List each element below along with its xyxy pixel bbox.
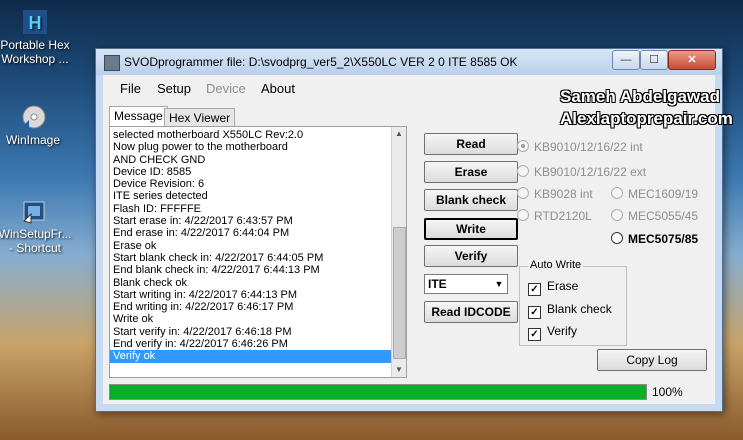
- log-line[interactable]: End erase in: 4/22/2017 6:44:04 PM: [110, 227, 392, 239]
- desktop-icon-portable-hex[interactable]: H Portable Hex Workshop ...: [0, 8, 80, 66]
- desktop-icon-winsetup[interactable]: WinSetupFr... - Shortcut: [0, 197, 80, 255]
- checkmark-icon: ✓: [528, 306, 541, 319]
- winimage-icon: [22, 105, 46, 129]
- auto-write-group: Auto Write ✓ Erase ✓ Blank check ✓ Verify: [519, 259, 627, 346]
- watermark-name: Sameh Abdelgawad: [560, 87, 720, 106]
- window-title: SVODprogrammer file: D:\svodprg_ver5_2\X…: [124, 55, 518, 69]
- radio-label: MEC1609/19: [628, 187, 699, 201]
- checkbox-label: Blank check: [547, 302, 612, 316]
- log-line[interactable]: Verify ok: [110, 350, 392, 363]
- blank-check-button[interactable]: Blank check: [424, 189, 518, 211]
- menu-about[interactable]: About: [261, 81, 295, 96]
- hex-workshop-icon: H: [23, 10, 47, 34]
- auto-write-verify-checkbox[interactable]: ✓ Verify: [528, 324, 577, 341]
- watermark-site: Alexlaptoprepair.com: [560, 109, 733, 128]
- progress-percent: 100%: [652, 385, 683, 399]
- chip-family-select[interactable]: ITE ▼: [424, 274, 508, 294]
- checkbox-label: Erase: [547, 279, 579, 293]
- erase-button[interactable]: Erase: [424, 161, 518, 183]
- log-line[interactable]: End writing in: 4/22/2017 6:46:17 PM: [110, 301, 392, 313]
- progress-fill: [110, 385, 646, 399]
- write-button[interactable]: Write: [424, 218, 518, 240]
- desktop-icon-label-line2: Workshop ...: [1, 52, 69, 66]
- log-line[interactable]: Flash ID: FFFFFE: [110, 203, 392, 215]
- message-log[interactable]: selected motherboard X550LC Rev:2.0 Now p…: [109, 126, 407, 378]
- tab-message[interactable]: Message: [109, 106, 168, 127]
- radio-dot: [611, 187, 623, 199]
- checkmark-icon: ✓: [528, 328, 541, 341]
- radio-label: KB9010/12/16/22 int: [534, 140, 643, 154]
- log-line[interactable]: Start writing in: 4/22/2017 6:44:13 PM: [110, 289, 392, 301]
- progress-bar: [109, 384, 647, 400]
- read-idcode-button[interactable]: Read IDCODE: [424, 301, 518, 323]
- tab-hex-viewer[interactable]: Hex Viewer: [164, 108, 236, 127]
- read-button[interactable]: Read: [424, 133, 518, 155]
- app-icon: [104, 55, 120, 71]
- radio-mec5075[interactable]: MEC5075/85: [611, 232, 698, 246]
- radio-dot: [611, 209, 623, 221]
- chevron-down-icon[interactable]: ▼: [491, 275, 507, 293]
- auto-write-legend: Auto Write: [528, 259, 584, 271]
- scroll-thumb[interactable]: [393, 227, 406, 359]
- auto-write-blank-check-checkbox[interactable]: ✓ Blank check: [528, 302, 612, 319]
- log-line[interactable]: Start blank check in: 4/22/2017 6:44:05 …: [110, 252, 392, 264]
- log-lines: selected motherboard X550LC Rev:2.0 Now p…: [110, 129, 392, 363]
- verify-button[interactable]: Verify: [424, 245, 518, 267]
- menu-device[interactable]: Device: [206, 81, 246, 96]
- log-line[interactable]: End verify in: 4/22/2017 6:46:26 PM: [110, 338, 392, 350]
- log-line[interactable]: Start erase in: 4/22/2017 6:43:57 PM: [110, 215, 392, 227]
- radio-kb9010-ext[interactable]: KB9010/12/16/22 ext: [517, 165, 646, 179]
- desktop-icon-label-line1: WinSetupFr...: [0, 227, 72, 241]
- radio-label: KB9010/12/16/22 ext: [534, 165, 647, 179]
- scroll-down-icon[interactable]: ▼: [392, 363, 406, 377]
- log-line[interactable]: Write ok: [110, 313, 392, 325]
- checkbox-label: Verify: [547, 324, 578, 338]
- log-scrollbar[interactable]: ▲ ▼: [391, 127, 406, 377]
- radio-dot: [517, 140, 529, 152]
- log-line[interactable]: Device ID: 8585: [110, 166, 392, 178]
- svg-text:H: H: [29, 13, 42, 33]
- log-line[interactable]: selected motherboard X550LC Rev:2.0: [110, 129, 392, 141]
- auto-write-erase-checkbox[interactable]: ✓ Erase: [528, 279, 578, 296]
- radio-label: KB9028 int: [534, 187, 593, 201]
- desktop-icon-winimage[interactable]: WinImage: [0, 103, 78, 147]
- radio-dot: [517, 165, 529, 177]
- close-button[interactable]: ✕: [668, 50, 716, 70]
- maximize-button[interactable]: ☐: [640, 50, 668, 70]
- radio-label: MEC5055/45: [628, 209, 699, 223]
- log-line[interactable]: ITE series detected: [110, 190, 392, 202]
- chip-family-value: ITE: [428, 277, 447, 291]
- minimize-button[interactable]: —: [612, 50, 640, 70]
- radio-dot: [611, 232, 623, 244]
- scroll-up-icon[interactable]: ▲: [392, 127, 406, 141]
- radio-mec1609[interactable]: MEC1609/19: [611, 187, 698, 201]
- desktop-icon-label-line2: - Shortcut: [8, 241, 62, 255]
- log-line[interactable]: Start verify in: 4/22/2017 6:46:18 PM: [110, 326, 392, 338]
- menu-setup[interactable]: Setup: [157, 81, 191, 96]
- winsetup-icon: [23, 201, 45, 224]
- log-line[interactable]: Erase ok: [110, 240, 392, 252]
- checkmark-icon: ✓: [528, 283, 541, 296]
- radio-dot: [517, 209, 529, 221]
- title-bar[interactable]: SVODprogrammer file: D:\svodprg_ver5_2\X…: [96, 49, 722, 75]
- log-line[interactable]: Device Revision: 6: [110, 178, 392, 190]
- menu-file[interactable]: File: [120, 81, 141, 96]
- radio-label: MEC5075/85: [628, 232, 699, 246]
- radio-dot: [517, 187, 529, 199]
- log-line[interactable]: AND CHECK GND: [110, 154, 392, 166]
- desktop-icon-label-line1: WinImage: [5, 133, 61, 147]
- radio-mec5055[interactable]: MEC5055/45: [611, 209, 698, 223]
- desktop-icon-label-line1: Portable Hex: [0, 38, 70, 52]
- radio-kb9028-int[interactable]: KB9028 int: [517, 187, 593, 201]
- radio-kb9010-int[interactable]: KB9010/12/16/22 int: [517, 140, 643, 154]
- radio-rtd2120l[interactable]: RTD2120L: [517, 209, 592, 223]
- copy-log-button[interactable]: Copy Log: [597, 349, 707, 371]
- log-line[interactable]: Now plug power to the motherboard: [110, 141, 392, 153]
- radio-label: RTD2120L: [534, 209, 592, 223]
- log-line[interactable]: Blank check ok: [110, 277, 392, 289]
- log-line[interactable]: End blank check in: 4/22/2017 6:44:13 PM: [110, 264, 392, 276]
